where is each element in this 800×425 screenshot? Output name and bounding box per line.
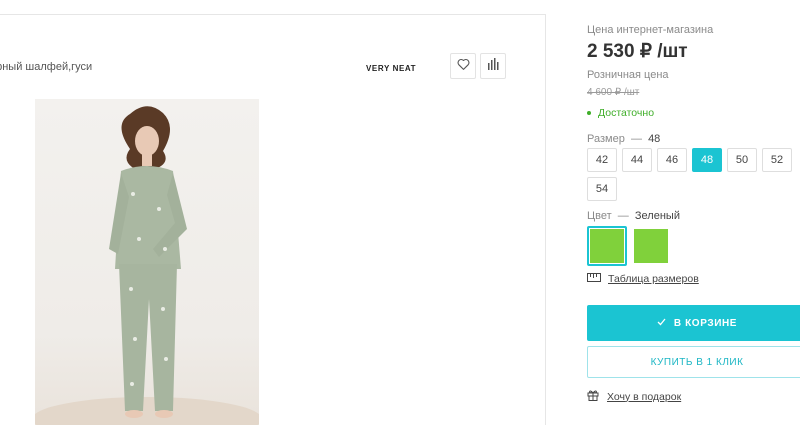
retail-price: 4 600 ₽ /шт xyxy=(587,87,640,98)
brand-label[interactable]: VERY NEAT xyxy=(366,64,416,73)
color-label: Цвет xyxy=(587,210,612,222)
favorite-button[interactable] xyxy=(450,53,476,79)
gift-label[interactable]: Хочу в подарок xyxy=(607,391,681,403)
gift-icon xyxy=(587,389,599,404)
size-option[interactable]: 42 xyxy=(587,148,617,172)
ruler-icon xyxy=(587,273,601,285)
online-price: 2 530 ₽ /шт xyxy=(587,41,688,62)
online-price-label: Цена интернет-магазина xyxy=(587,24,714,36)
buy-one-click-button[interactable]: КУПИТЬ В 1 КЛИК xyxy=(587,346,800,378)
size-table-label[interactable]: Таблица размеров xyxy=(608,273,699,285)
compare-button[interactable] xyxy=(480,53,506,79)
stock-text: Достаточно xyxy=(598,107,655,119)
in-cart-label: В КОРЗИНЕ xyxy=(673,317,738,329)
color-separator: — xyxy=(617,210,629,222)
size-selected: 48 xyxy=(648,133,661,145)
size-option[interactable]: 54 xyxy=(587,177,617,201)
gift-link[interactable]: Хочу в подарок xyxy=(587,389,681,404)
check-icon xyxy=(657,318,666,329)
size-option[interactable]: 52 xyxy=(762,148,792,172)
color-selected: Зеленый xyxy=(634,210,680,222)
size-title: Размер — 48 xyxy=(587,133,660,145)
color-title: Цвет — Зеленый xyxy=(587,210,680,222)
stock-dot-icon xyxy=(587,111,591,115)
size-table-link[interactable]: Таблица размеров xyxy=(587,273,699,285)
in-cart-button[interactable]: В КОРЗИНЕ xyxy=(587,305,800,341)
model-illustration xyxy=(35,106,259,425)
product-photo[interactable] xyxy=(35,99,259,425)
size-option-selected[interactable]: 48 xyxy=(692,148,722,172)
stock-status: Достаточно xyxy=(587,107,654,119)
size-separator: — xyxy=(630,133,642,145)
product-card: орный шалфей,гуси VERY NEAT xyxy=(0,14,546,425)
product-name: орный шалфей,гуси xyxy=(0,61,93,73)
retail-price-label: Розничная цена xyxy=(587,69,669,81)
size-option[interactable]: 44 xyxy=(622,148,652,172)
size-option[interactable]: 46 xyxy=(657,148,687,172)
size-option[interactable]: 50 xyxy=(727,148,757,172)
color-swatch[interactable] xyxy=(631,226,671,266)
bar-chart-icon xyxy=(487,57,499,75)
color-swatch-selected[interactable] xyxy=(587,226,627,266)
heart-icon xyxy=(457,57,470,75)
size-label: Размер xyxy=(587,133,625,145)
